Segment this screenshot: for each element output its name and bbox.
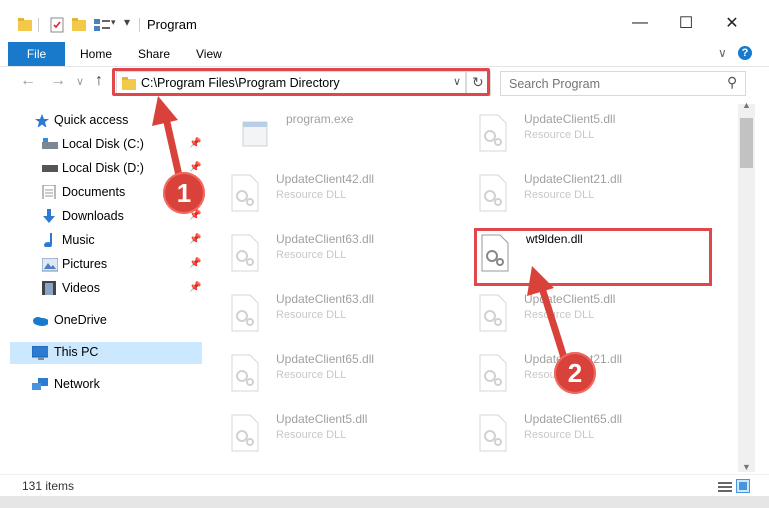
step-badge-1: 1	[163, 172, 205, 214]
scroll-down-icon[interactable]: ▼	[742, 462, 751, 472]
arrow-2	[527, 266, 570, 368]
status-bar: 131 items	[0, 474, 769, 497]
scrollbar-thumb[interactable]	[740, 118, 753, 168]
window-bottom-edge	[0, 496, 769, 508]
details-view-icon[interactable]	[718, 481, 732, 493]
arrow-1	[152, 96, 184, 184]
item-count: 131 items	[22, 479, 75, 493]
large-icons-view-icon[interactable]	[736, 479, 750, 493]
step-badge-2: 2	[554, 352, 596, 394]
annotation-arrows	[152, 96, 570, 368]
scroll-up-icon[interactable]: ▲	[742, 100, 751, 110]
